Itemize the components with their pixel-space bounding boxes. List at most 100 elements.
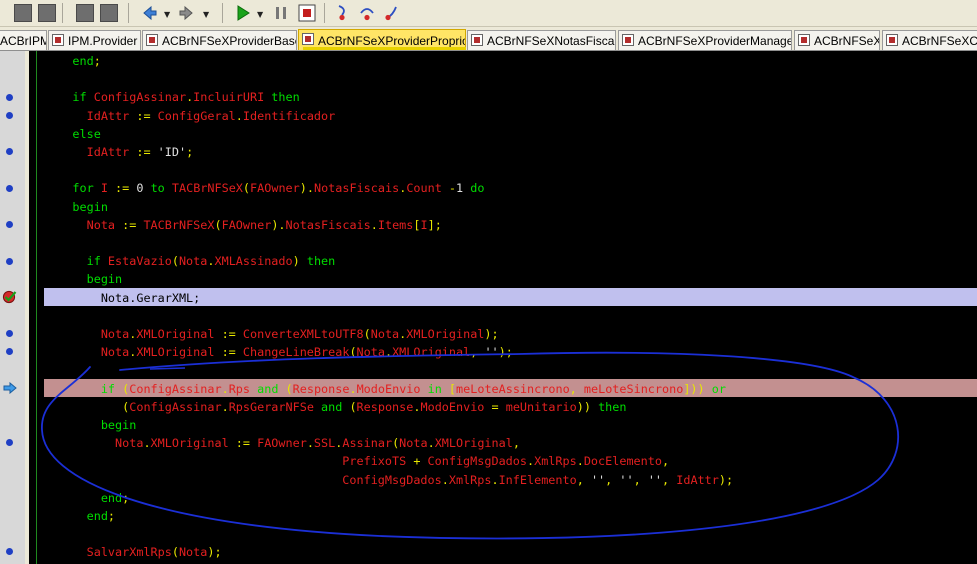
code-line[interactable]: begin	[44, 418, 137, 433]
code-token: Nota	[399, 436, 428, 451]
code-token: or	[704, 381, 726, 396]
code-token: .	[370, 217, 378, 232]
tab-acbrnfsex[interactable]: ACBrNFSeX	[794, 30, 880, 50]
save-all-icon[interactable]	[38, 4, 56, 22]
code-line[interactable]: IdAttr := ConfigGeral.Identificador	[44, 108, 336, 123]
code-token: .	[427, 436, 435, 451]
line-marker-icon[interactable]	[6, 185, 13, 192]
execution-arrow-icon	[3, 382, 17, 394]
code-token: SalvarXmlRps	[44, 545, 172, 560]
code-token: Assinar	[342, 436, 393, 451]
code-token: then	[299, 254, 336, 269]
run-until-return-icon[interactable]	[382, 4, 400, 22]
code-line[interactable]: Nota.XMLOriginal := FAOwner.SSL.Assinar(…	[44, 436, 520, 450]
code-token: ;	[186, 145, 194, 160]
tab-acbrnfsexprovidermanager[interactable]: ACBrNFSeXProviderManager	[618, 30, 792, 50]
code-line[interactable]: for I := 0 to TACBrNFSeX(FAOwner).NotasF…	[44, 181, 484, 195]
code-token: Response	[356, 399, 414, 414]
code-token: EstaVazio	[107, 254, 172, 269]
run-dropdown-icon[interactable]: ▼	[257, 10, 263, 19]
unit-file-icon	[886, 34, 898, 46]
code-line[interactable]: PrefixoTS + ConfigMsgDados.XmlRps.DocEle…	[44, 454, 669, 468]
code-token: .	[235, 108, 243, 123]
code-line[interactable]: end;	[44, 54, 101, 68]
code-line[interactable]: if ConfigAssinar.IncluirURI then	[44, 90, 299, 104]
code-line[interactable]: ConfigMsgDados.XmlRps.InfElemento, '', '…	[44, 473, 733, 487]
step-over-icon[interactable]	[358, 4, 376, 22]
toggle-form-icon[interactable]	[100, 4, 118, 22]
line-marker-icon[interactable]	[6, 439, 13, 446]
forward-icon[interactable]	[178, 4, 196, 22]
breakpoint-check-icon[interactable]	[2, 290, 18, 304]
code-line[interactable]: (ConfigAssinar.RpsGerarNFSe and (Respons…	[44, 400, 626, 414]
code-token: ;	[93, 54, 101, 68]
code-line[interactable]: Nota.XMLOriginal := ConverteXMLtoUTF8(No…	[44, 327, 499, 341]
code-line[interactable]: begin	[44, 272, 123, 286]
code-token: ).	[299, 181, 314, 196]
code-line[interactable]: SalvarXmlRps(Nota);	[44, 545, 222, 559]
code-token: :=	[115, 181, 137, 196]
run-icon[interactable]	[234, 4, 252, 22]
forward-dropdown-icon[interactable]: ▼	[203, 10, 209, 19]
line-marker-icon[interactable]	[6, 94, 13, 101]
open-icon[interactable]	[76, 4, 94, 22]
code-line[interactable]: Nota := TACBrNFSeX(FAOwner).NotasFiscais…	[44, 218, 442, 232]
unit-file-icon	[471, 34, 483, 46]
code-token: DocElemento	[583, 454, 662, 469]
code-token: .	[441, 472, 449, 487]
tab-label: ACBrIPM	[0, 34, 47, 48]
code-line[interactable]: if EstaVazio(Nota.XMLAssinado) then	[44, 254, 336, 269]
code-line[interactable]: Nota.XMLOriginal := ChangeLineBreak(Nota…	[44, 345, 513, 359]
back-icon[interactable]	[140, 4, 158, 22]
code-line[interactable]: else	[44, 127, 100, 141]
code-token: 'ID'	[157, 145, 187, 160]
code-token: (	[171, 545, 179, 560]
code-token: :=	[136, 145, 158, 160]
save-icon[interactable]	[14, 4, 32, 22]
tab-acbripm[interactable]: ACBrIPM	[0, 30, 47, 50]
code-token: (	[349, 399, 357, 414]
code-token: =	[484, 399, 506, 414]
tab-acbrnfsexnotasfiscais[interactable]: ACBrNFSeXNotasFiscais	[467, 30, 616, 50]
code-line[interactable]: Nota.GerarXML;	[44, 291, 200, 305]
line-marker-icon[interactable]	[6, 148, 13, 155]
code-line[interactable]: end;	[44, 509, 115, 523]
code-token: TACBrNFSeX	[171, 181, 243, 196]
line-marker-icon[interactable]	[6, 221, 13, 228]
code-line[interactable]: begin	[44, 200, 108, 214]
code-token: NotasFiscais	[285, 217, 371, 232]
code-token: XmlRps	[448, 472, 492, 487]
line-marker-icon[interactable]	[6, 112, 13, 119]
modified-lines-marker	[36, 51, 37, 564]
back-dropdown-icon[interactable]: ▼	[164, 10, 170, 19]
code-token: (	[242, 181, 251, 196]
code-token: ''	[590, 472, 606, 487]
tab-acbrnfsexco[interactable]: ACBrNFSeXCo	[882, 30, 977, 50]
active-tab-highlight	[303, 47, 466, 50]
code-token: I	[420, 217, 428, 232]
code-token: .	[576, 454, 584, 469]
tab-acbrnfsexproviderbase[interactable]: ACBrNFSeXProviderBase	[142, 30, 297, 50]
line-marker-icon[interactable]	[6, 348, 13, 355]
code-token: ,	[662, 472, 677, 487]
line-marker-icon[interactable]	[6, 548, 13, 555]
unit-file-icon	[798, 34, 810, 46]
code-token: (	[285, 381, 293, 396]
trace-into-icon[interactable]	[334, 4, 352, 22]
stop-icon[interactable]	[298, 4, 316, 22]
code-token: if	[44, 254, 108, 269]
line-marker-icon[interactable]	[6, 258, 13, 265]
code-token: ,	[470, 345, 485, 360]
code-line[interactable]: end;	[44, 491, 129, 505]
editor-gutter[interactable]	[0, 51, 25, 564]
code-token: begin	[44, 418, 137, 433]
tab-ipm-provider[interactable]: IPM.Provider	[48, 30, 141, 50]
source-code[interactable]: end; if ConfigAssinar.IncluirURI then Id…	[44, 52, 733, 562]
code-token: .	[221, 381, 229, 396]
code-line[interactable]: IdAttr := 'ID';	[44, 145, 194, 160]
code-line[interactable]: if (ConfigAssinar.Rps and (Response.Modo…	[44, 382, 726, 396]
line-marker-icon[interactable]	[6, 330, 13, 337]
code-token: end	[44, 509, 108, 524]
code-token: meUnitario	[505, 399, 577, 414]
pause-icon[interactable]	[272, 4, 290, 22]
